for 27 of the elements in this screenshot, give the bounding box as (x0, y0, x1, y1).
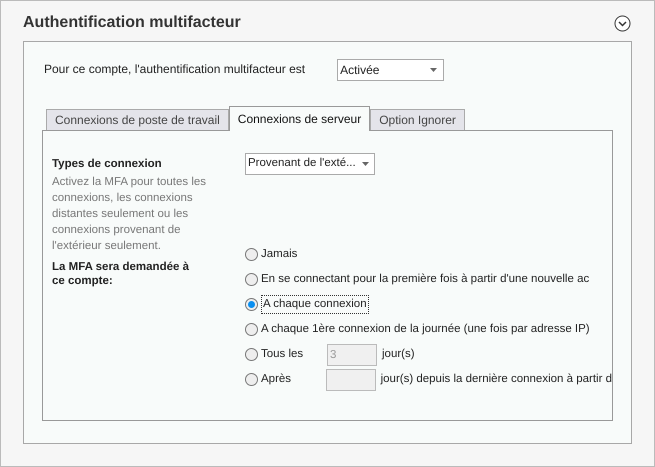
mfa-status-dropdown[interactable]: Activée (337, 59, 444, 81)
tab[interactable]: Connexions de poste de travail (46, 109, 229, 130)
radio-button[interactable] (245, 248, 258, 261)
radio-label: En se connectant pour la première fois à partir d'une nouvelle ac (261, 272, 590, 287)
connection-types-label: Types de connexion (52, 157, 163, 172)
radio-button[interactable] (245, 348, 258, 361)
caret-icon (362, 162, 369, 166)
connection-types-description: Activez la MFA pour toutes les connexions, les connexions distantes seulement ou les connexions provenant de l'extérieur seulement. (52, 175, 208, 254)
radio-button[interactable] (245, 323, 258, 336)
radio-button[interactable] (245, 273, 258, 286)
radio-label: Jamais (261, 246, 298, 262)
radio-label: A chaque 1ère connexion de la journée (une fois par adresse IP) (261, 322, 590, 337)
section-title: Authentification multifacteur (23, 13, 241, 33)
frequency-label: La MFA sera demandée à ce compte: (52, 260, 190, 288)
radio-label: Après (261, 372, 292, 387)
mfa-status-label: Pour ce compte, l'authentification multifacteur est (44, 61, 306, 78)
days-suffix: jour(s) (382, 346, 415, 362)
tab[interactable]: Option Ignorer (370, 109, 465, 130)
radio-button[interactable] (245, 373, 258, 386)
radio-label: Tous les (261, 346, 304, 362)
chevron-down-icon[interactable] (614, 14, 631, 32)
days-suffix: jour(s) depuis la dernière connexion à partir d (380, 372, 612, 387)
caret-icon (430, 68, 438, 72)
connection-types-dropdown[interactable]: Provenant de l'exté... (245, 153, 375, 175)
radio-button[interactable] (245, 298, 258, 311)
radio-label: A chaque connexion (261, 294, 369, 314)
tab[interactable]: Connexions de serveur (228, 106, 370, 131)
